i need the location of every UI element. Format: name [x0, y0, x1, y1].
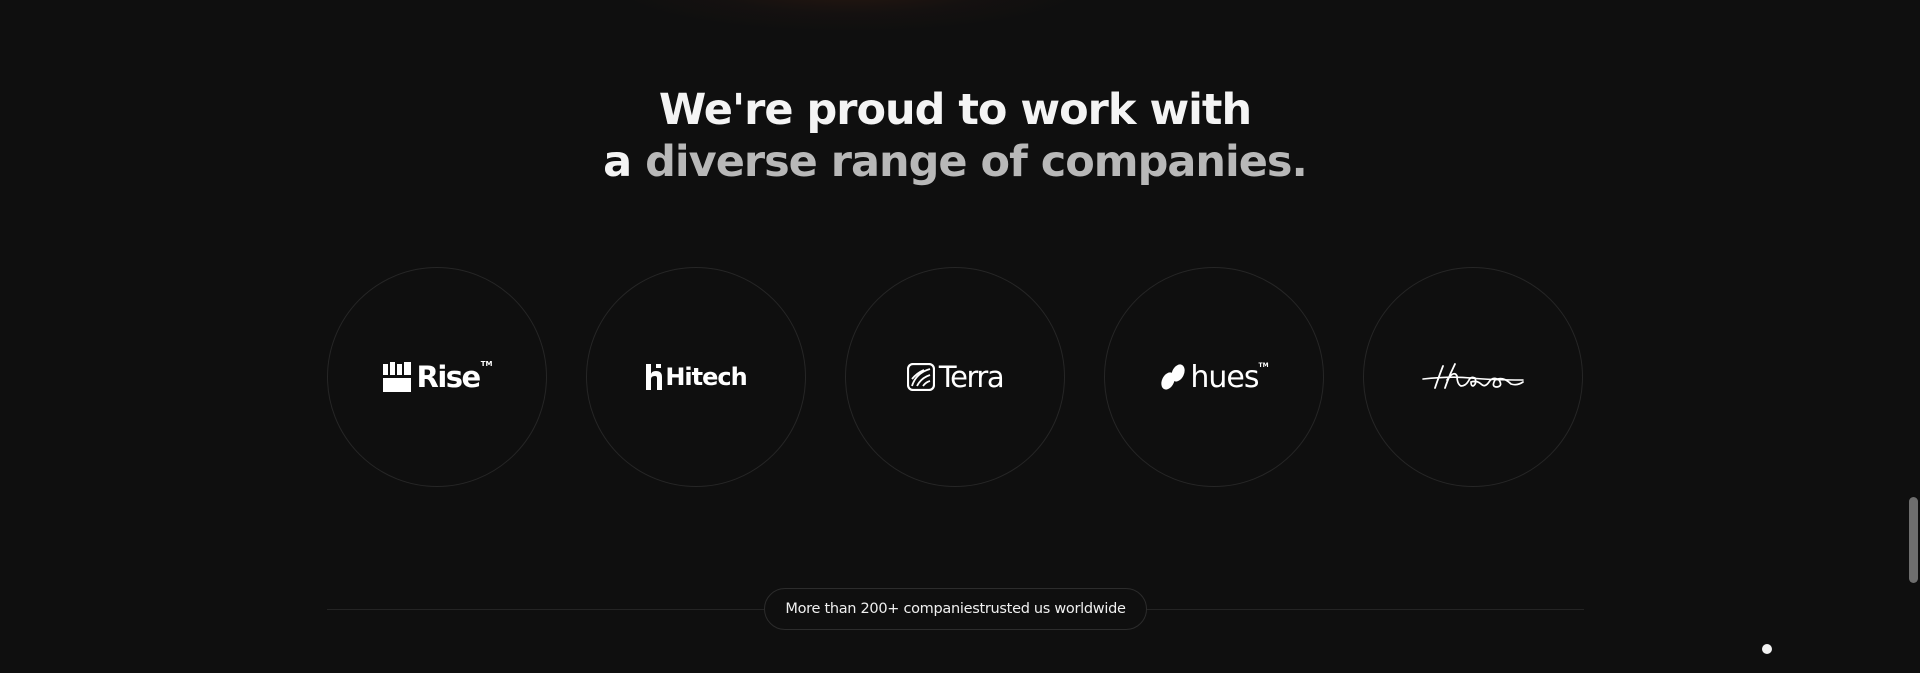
scrollbar[interactable]: [1906, 0, 1920, 673]
scrollbar-thumb[interactable]: [1909, 497, 1918, 583]
rise-blocks-icon: [382, 362, 411, 392]
terra-leaf-icon: [906, 363, 935, 391]
trusted-companies-badge: More than 200+ companiestrusted us world…: [764, 588, 1147, 630]
logo-card-rise[interactable]: Rise TM: [327, 267, 547, 487]
logo-card-theo[interactable]: [1363, 267, 1583, 487]
rise-wordmark: Rise: [416, 360, 482, 394]
hues-drops-icon: [1161, 364, 1186, 390]
section-heading: We're proud to work with a diverse range…: [0, 84, 1910, 188]
hitech-logo: Hitech: [645, 363, 748, 391]
heading-line-2-muted: diverse range of companies.: [645, 137, 1308, 187]
rise-trademark: TM: [480, 360, 493, 368]
terra-wordmark: Terra: [938, 360, 1005, 394]
hues-wordmark: hues: [1190, 359, 1259, 395]
theo-logo: [1421, 362, 1525, 392]
hues-trademark: TM: [1258, 361, 1269, 369]
logo-card-hitech[interactable]: Hitech: [586, 267, 806, 487]
hues-logo: hues TM: [1159, 359, 1269, 395]
top-glow-decoration: [620, 0, 1080, 30]
rise-logo: Rise TM: [382, 360, 493, 394]
logo-card-terra[interactable]: Terra: [845, 267, 1065, 487]
theo-signature-icon: [1422, 363, 1524, 389]
heading-line-1: We're proud to work with: [658, 85, 1252, 135]
hitech-h-icon: [646, 364, 663, 390]
floating-dot: [1762, 644, 1772, 654]
logo-card-hues[interactable]: hues TM: [1104, 267, 1324, 487]
page: We're proud to work with a diverse range…: [0, 0, 1920, 673]
client-logos: Rise TM Hitech Terra hues TM: [327, 267, 1584, 489]
hitech-wordmark: Hitech: [665, 363, 747, 391]
heading-line-2-lead: a: [603, 137, 632, 187]
terra-logo: Terra: [906, 360, 1005, 394]
